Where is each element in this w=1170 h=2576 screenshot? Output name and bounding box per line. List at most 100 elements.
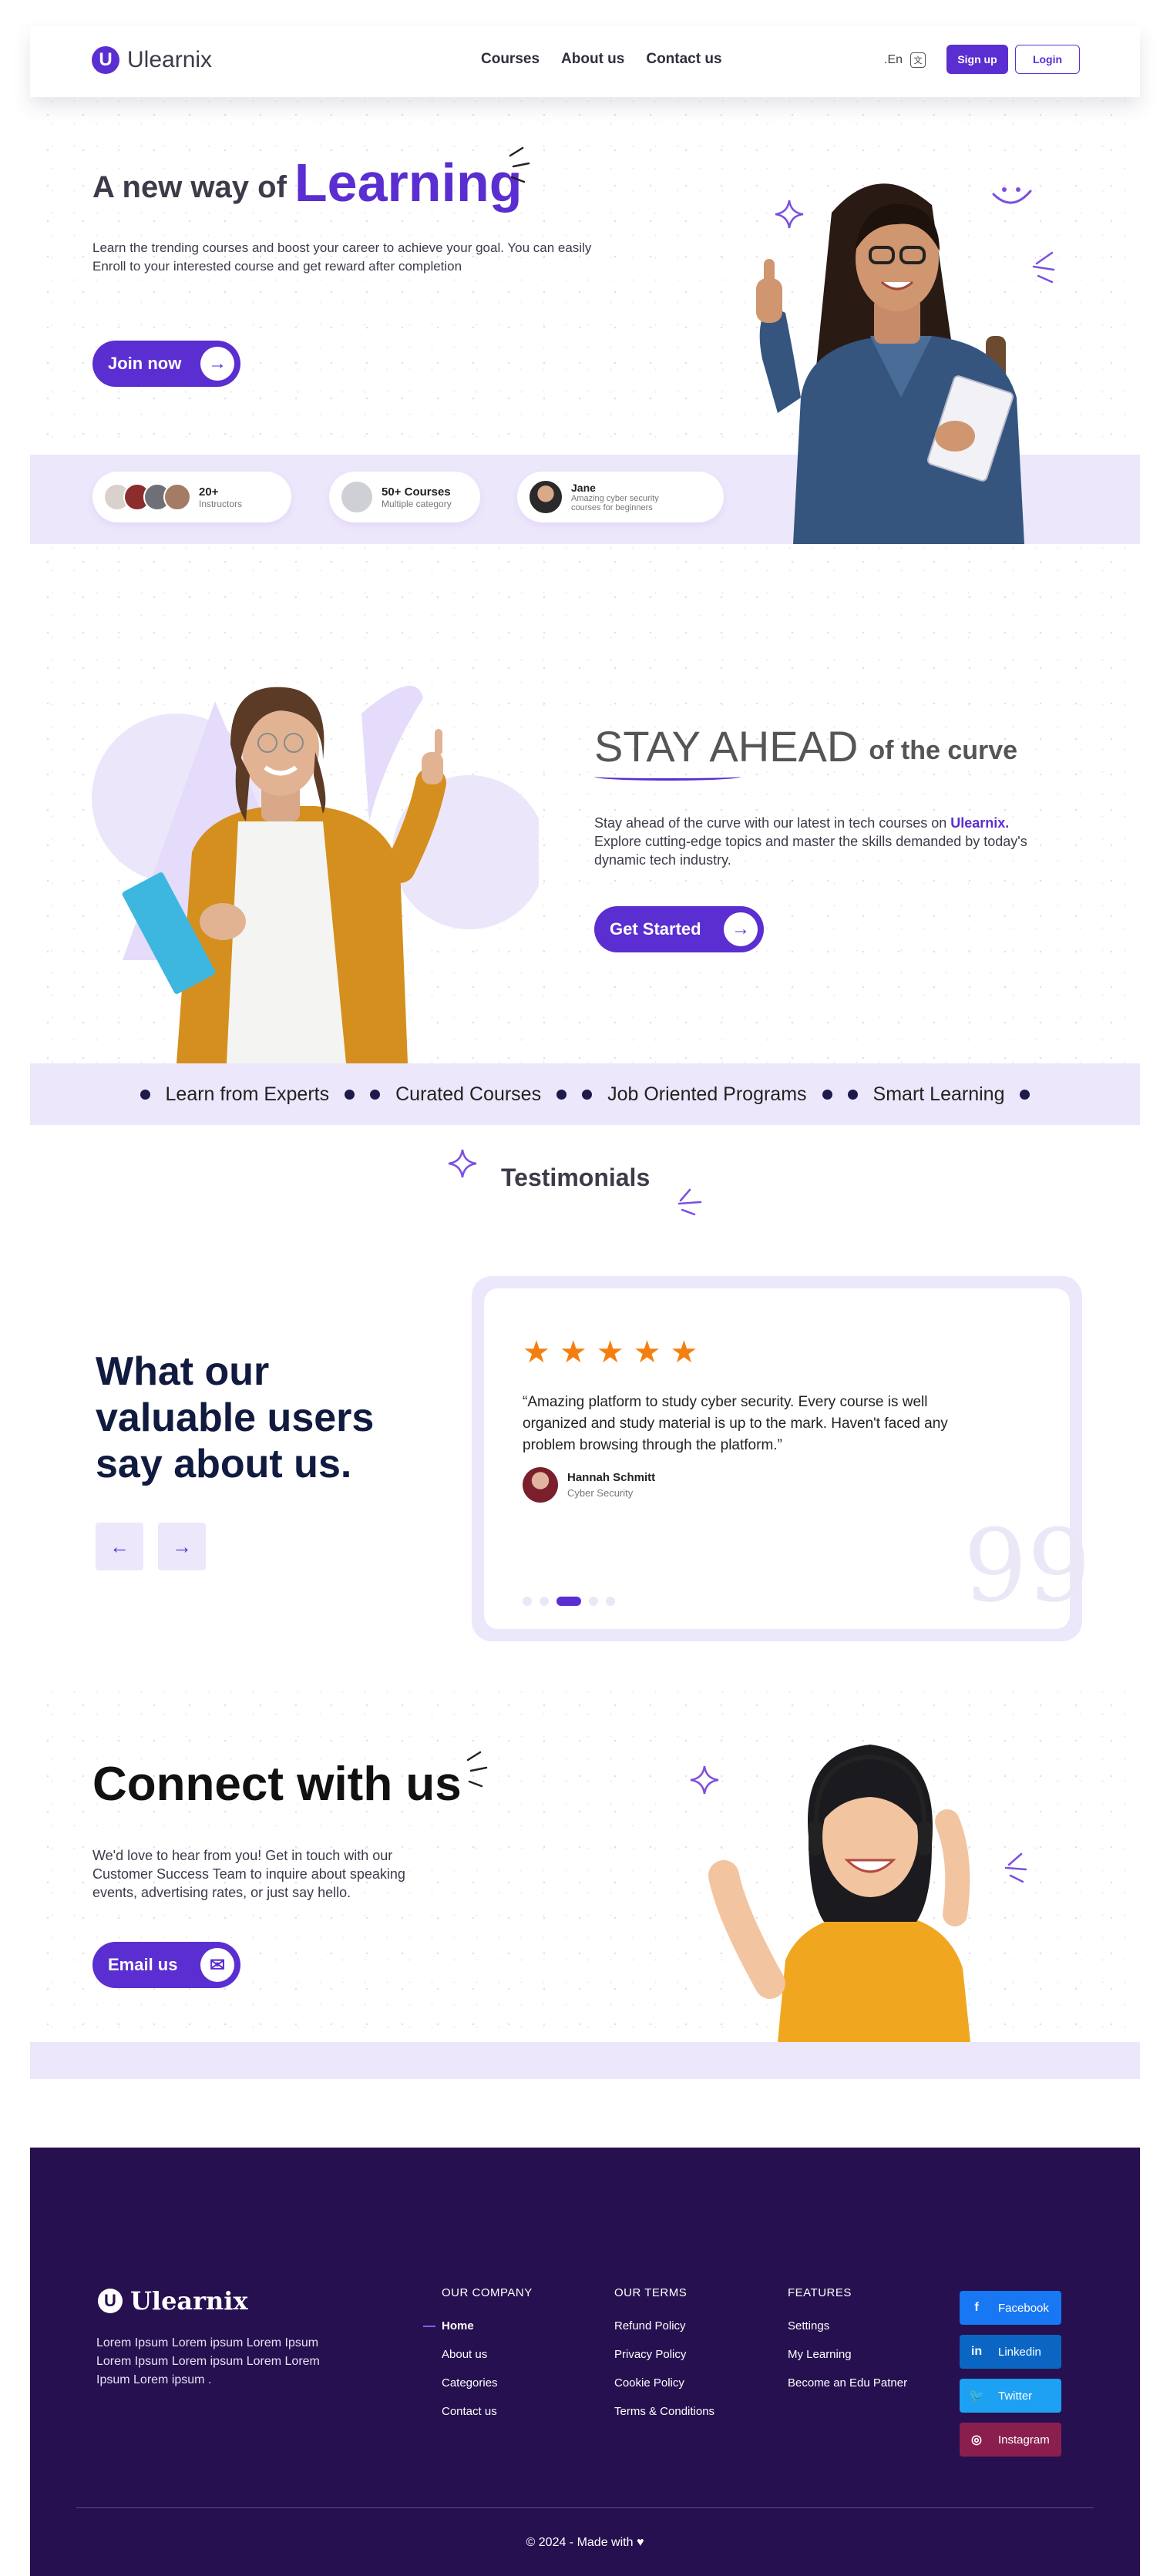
courses-stat: 50+ Courses Multiple category xyxy=(329,472,480,522)
facebook-icon: f xyxy=(974,2301,979,2314)
sparkle-lines-icon xyxy=(466,1751,488,1788)
stay-description: Stay ahead of the curve with our latest … xyxy=(594,814,1057,869)
desc-text: Explore cutting-edge topics and master t… xyxy=(594,834,1027,868)
bullet-dot xyxy=(370,1089,381,1100)
social-label: Instagram xyxy=(998,2433,1050,2447)
sparkle-icon xyxy=(448,1149,477,1178)
join-now-label: Join now xyxy=(108,354,182,373)
footer-link-settings[interactable]: Settings xyxy=(788,2319,907,2333)
get-started-label: Get Started xyxy=(610,919,701,939)
connect-section: Connect with us We'd love to hear from y… xyxy=(30,1688,1140,2079)
author-role: Cyber Security xyxy=(567,1487,634,1499)
heading-underline xyxy=(594,773,741,781)
carousel-dot[interactable] xyxy=(589,1597,598,1606)
language-label: .En xyxy=(884,53,903,66)
nav-about[interactable]: About us xyxy=(561,51,624,68)
footer-terms-column: OUR TERMS Refund Policy Privacy Policy C… xyxy=(614,2286,714,2433)
footer-link-about[interactable]: About us xyxy=(442,2348,533,2361)
testimonial-card-frame: ★ ★ ★ ★ ★ “Amazing platform to study cyb… xyxy=(472,1276,1091,1641)
hero-section: A new way of Learning Learn the trending… xyxy=(30,97,1140,544)
heading-big: STAY AHEAD xyxy=(594,722,859,771)
quote-mark-icon: 99 xyxy=(963,1507,1091,1624)
linkedin-icon: in xyxy=(970,2345,983,2358)
doodle-lines-icon xyxy=(677,1188,702,1216)
column-title: OUR COMPANY xyxy=(442,2286,533,2299)
instructors-stat: 20+ Instructors xyxy=(92,472,291,522)
footer-link-terms[interactable]: Terms & Conditions xyxy=(614,2405,714,2418)
avatar xyxy=(523,1467,558,1503)
column-title: OUR TERMS xyxy=(614,2286,688,2299)
site-header: U Ulearnix Courses About us Contact us .… xyxy=(30,26,1140,97)
star-icon: ★ xyxy=(559,1335,587,1369)
brand-link[interactable]: Ulearnix. xyxy=(950,815,1009,831)
nav-courses[interactable]: Courses xyxy=(481,51,540,68)
social-label: Twitter xyxy=(998,2389,1033,2403)
footer-description: Lorem Ipsum Lorem ipsum Lorem Ipsum Lore… xyxy=(96,2336,320,2386)
carousel-dot[interactable] xyxy=(540,1597,549,1606)
facebook-button[interactable]: f Facebook xyxy=(960,2291,1061,2325)
bullet-dot xyxy=(556,1089,567,1100)
laptop-thumbnail xyxy=(340,480,374,514)
star-icon: ★ xyxy=(670,1335,698,1369)
twitter-button[interactable]: 🐦 Twitter xyxy=(960,2379,1061,2413)
logo-text: Ulearnix xyxy=(130,2286,248,2316)
join-now-button[interactable]: Join now → xyxy=(92,341,240,387)
hero-title: A new way of Learning xyxy=(92,156,523,210)
footer-link-my-learning[interactable]: My Learning xyxy=(788,2348,907,2361)
footer-link-home[interactable]: Home xyxy=(423,2319,533,2333)
logo-text: Ulearnix xyxy=(127,47,213,72)
linkedin-button[interactable]: in Linkedin xyxy=(960,2335,1061,2369)
footer-link-contact[interactable]: Contact us xyxy=(442,2405,533,2418)
feature-item: Learn from Experts xyxy=(165,1083,330,1105)
footer-company-column: OUR COMPANY Home About us Categories Con… xyxy=(423,2286,533,2433)
login-button[interactable]: Login xyxy=(1015,45,1080,74)
carousel-dot-active[interactable] xyxy=(556,1597,581,1606)
logo[interactable]: U Ulearnix xyxy=(92,46,212,74)
bullet-dot xyxy=(822,1089,832,1100)
footer-logo[interactable]: U Ulearnix xyxy=(98,2286,248,2316)
get-started-button[interactable]: Get Started → xyxy=(594,906,764,952)
email-us-button[interactable]: Email us ✉ xyxy=(92,1942,240,1988)
instagram-button[interactable]: ◎ Instagram xyxy=(960,2423,1061,2457)
footer-link-cookie[interactable]: Cookie Policy xyxy=(614,2376,714,2390)
social-label: Linkedin xyxy=(998,2345,1041,2359)
connect-description: We'd love to hear from you! Get in touch… xyxy=(92,1848,405,1900)
feature-item: Curated Courses xyxy=(395,1083,542,1105)
bullet-dot xyxy=(1020,1089,1030,1100)
bullet-dot xyxy=(582,1089,593,1100)
hero-title-highlight: Learning xyxy=(294,153,523,213)
feature-item: Job Oriented Programs xyxy=(607,1083,807,1105)
bullet-dot xyxy=(345,1089,355,1100)
column-title: FEATURES xyxy=(788,2286,852,2299)
feature-item: Smart Learning xyxy=(872,1083,1005,1105)
carousel-dot[interactable] xyxy=(523,1597,532,1606)
language-switcher[interactable]: .En 文 xyxy=(884,52,926,68)
star-icon: ★ xyxy=(523,1335,550,1369)
footer-link-privacy[interactable]: Privacy Policy xyxy=(614,2348,714,2361)
bullet-dot xyxy=(847,1089,858,1100)
star-icon: ★ xyxy=(596,1335,624,1369)
featured-student-card: Jane Amazing cyber security courses for … xyxy=(517,472,724,522)
stat-title: Jane xyxy=(571,482,596,494)
arrow-right-icon: → xyxy=(200,347,234,381)
twitter-icon: 🐦 xyxy=(969,2390,984,2403)
logo-icon: U xyxy=(92,46,119,74)
signup-button[interactable]: Sign up xyxy=(946,45,1008,74)
arrow-right-icon: → xyxy=(724,912,758,946)
carousel-dots xyxy=(523,1597,615,1606)
prev-button[interactable]: ← xyxy=(96,1523,143,1570)
carousel-dot[interactable] xyxy=(606,1597,615,1606)
footer-features-column: FEATURES Settings My Learning Become an … xyxy=(788,2286,907,2405)
footer-link-refund[interactable]: Refund Policy xyxy=(614,2319,714,2333)
next-button[interactable]: → xyxy=(158,1523,206,1570)
star-icon: ★ xyxy=(633,1335,661,1369)
instagram-icon: ◎ xyxy=(971,2433,982,2447)
footer-link-edu-partner[interactable]: Become an Edu Patner xyxy=(788,2376,907,2390)
nav-contact[interactable]: Contact us xyxy=(646,51,721,68)
footer-link-categories[interactable]: Categories xyxy=(442,2376,533,2390)
testimonial-quote: “Amazing platform to study cyber securit… xyxy=(523,1394,948,1453)
arrow-right-icon: → xyxy=(172,1534,192,1558)
sparkle-lines-icon xyxy=(509,146,530,183)
testimonial-card: ★ ★ ★ ★ ★ “Amazing platform to study cyb… xyxy=(484,1288,1091,1629)
email-us-label: Email us xyxy=(108,1955,178,1974)
